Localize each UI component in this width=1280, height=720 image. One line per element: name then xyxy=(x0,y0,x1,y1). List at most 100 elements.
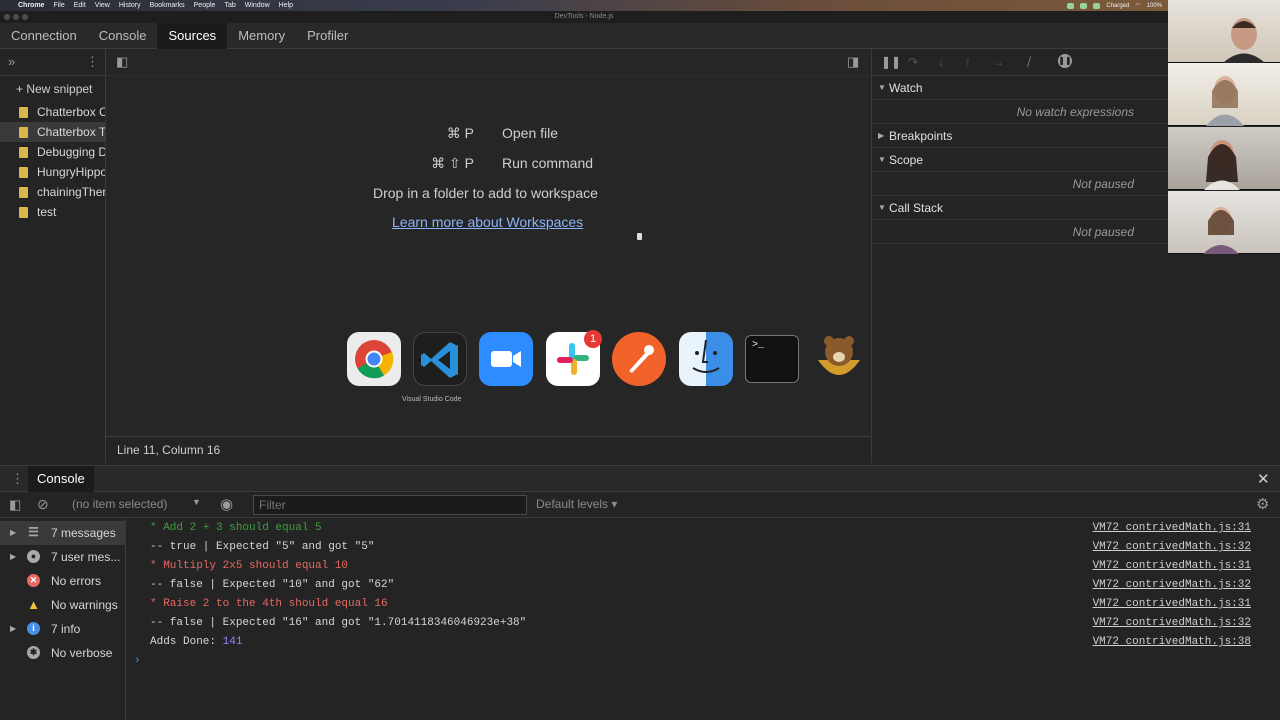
battery-status[interactable]: Charged xyxy=(1106,3,1129,9)
terminal-dock-icon[interactable]: >_ xyxy=(745,335,799,383)
more-tabs-icon[interactable]: » xyxy=(8,54,15,69)
chevron-right-icon: ▶ xyxy=(10,552,17,561)
sidebar-label: No verbose xyxy=(51,646,113,660)
toggle-sidebar-icon[interactable]: ◧ xyxy=(9,497,21,513)
menu-tab[interactable]: Tab xyxy=(224,2,235,9)
open-file-shortcut: ⌘ P xyxy=(446,125,474,141)
zoom-window-button[interactable] xyxy=(22,14,28,20)
snippet-label: HungryHippo xyxy=(37,165,106,179)
info-icon: i xyxy=(27,622,40,635)
call-stack-pane-header[interactable]: ▼ Call Stack xyxy=(872,196,1168,220)
snippet-item[interactable]: Chatterbox T xyxy=(0,122,105,142)
log-message: -- false | Expected "16" and got "1.7014… xyxy=(150,617,527,629)
log-row: -- false | Expected "16" and got "1.7014… xyxy=(126,614,1280,633)
menu-help[interactable]: Help xyxy=(279,2,293,9)
sidebar-item-user-messages[interactable]: ▶ ● 7 user mes... xyxy=(0,545,126,569)
new-snippet-button[interactable]: + New snippet xyxy=(0,76,105,102)
snippet-item[interactable]: Chatterbox C xyxy=(0,102,105,122)
log-row: * Multiply 2x5 should equal 10 VM72 contr… xyxy=(126,557,1280,576)
sidebar-item-info[interactable]: ▶ i 7 info xyxy=(0,617,126,641)
minimize-window-button[interactable] xyxy=(13,14,19,20)
learn-workspaces-link[interactable]: Learn more about Workspaces xyxy=(392,214,583,230)
log-source-link[interactable]: VM72 contrivedMath.js:32 xyxy=(1093,576,1251,595)
snippet-item[interactable]: test xyxy=(0,202,105,222)
drawer-tab-bar: ⋮ Console ✕ xyxy=(0,465,1280,492)
tab-console[interactable]: Console xyxy=(88,23,158,49)
wifi-icon[interactable]: ◠ xyxy=(1135,2,1140,9)
menu-file[interactable]: File xyxy=(53,2,64,9)
breakpoints-label: Breakpoints xyxy=(889,129,953,143)
drawer-tab-console[interactable]: Console xyxy=(28,466,94,492)
log-row: Adds Done: 141 VM72 contrivedMath.js:38 xyxy=(126,633,1280,652)
log-source-link[interactable]: VM72 contrivedMath.js:31 xyxy=(1093,557,1251,576)
sources-navigator: » ⋮ + New snippet Chatterbox C Chatterbo… xyxy=(0,49,106,463)
pause-on-exceptions-icon[interactable]: ❚❚ xyxy=(1058,54,1072,68)
log-levels-label: Default levels xyxy=(536,497,609,511)
tab-sources[interactable]: Sources xyxy=(157,23,228,49)
breakpoints-pane-header[interactable]: ▶ Breakpoints xyxy=(872,124,1168,148)
slack-dock-icon[interactable]: 1 xyxy=(546,330,602,386)
menu-edit[interactable]: Edit xyxy=(74,2,86,9)
status-icon[interactable] xyxy=(1093,2,1101,9)
postman-dock-icon[interactable] xyxy=(612,332,666,386)
close-drawer-icon[interactable]: ✕ xyxy=(1257,470,1270,488)
snippet-item[interactable]: Debugging D xyxy=(0,142,105,162)
tab-connection[interactable]: Connection xyxy=(0,23,88,49)
filter-input[interactable] xyxy=(253,495,527,515)
log-source-link[interactable]: VM72 contrivedMath.js:32 xyxy=(1093,614,1251,633)
chevron-down-icon[interactable]: ▼ xyxy=(192,497,201,507)
toggle-navigator-icon[interactable]: ◧ xyxy=(116,54,128,70)
sidebar-item-messages[interactable]: ▶ ☰ 7 messages xyxy=(0,521,126,545)
finder-dock-icon[interactable] xyxy=(679,332,733,386)
menu-view[interactable]: View xyxy=(95,2,110,9)
console-toolbar: ◧ ⊘ (no item selected) ▼ ◉ Default level… xyxy=(0,492,1280,518)
toggle-debugger-icon[interactable]: ◨ xyxy=(847,54,859,70)
log-source-link[interactable]: VM72 contrivedMath.js:31 xyxy=(1093,519,1251,538)
menu-history[interactable]: History xyxy=(119,2,141,9)
step-icon[interactable]: → xyxy=(992,55,1004,69)
close-window-button[interactable] xyxy=(4,14,10,20)
vscode-dock-icon[interactable] xyxy=(413,332,467,386)
sidebar-item-errors[interactable]: ✕ No errors xyxy=(0,569,126,593)
step-into-icon[interactable]: ↓ xyxy=(938,55,944,69)
step-out-icon[interactable]: ↑ xyxy=(965,55,971,69)
context-selector[interactable]: (no item selected) xyxy=(72,497,167,511)
log-levels-dropdown[interactable]: Default levels ▾ xyxy=(536,497,617,511)
deactivate-breakpoints-icon[interactable]: ⧸ xyxy=(1027,55,1031,70)
pause-icon[interactable]: ❚❚ xyxy=(881,55,901,69)
sidebar-label: 7 messages xyxy=(51,526,116,540)
sidebar-item-verbose[interactable]: ✱ No verbose xyxy=(0,641,126,665)
status-icon[interactable] xyxy=(1080,2,1088,9)
watch-pane-header[interactable]: ▼ Watch xyxy=(872,76,1168,100)
status-icon[interactable] xyxy=(1067,2,1075,9)
chrome-dock-icon[interactable] xyxy=(347,332,401,386)
menu-window[interactable]: Window xyxy=(245,2,270,9)
gear-icon[interactable]: ⚙ xyxy=(1256,495,1269,513)
video-participant-tile xyxy=(1168,127,1280,190)
kebab-menu-icon[interactable]: ⋮ xyxy=(86,54,99,70)
menu-bookmarks[interactable]: Bookmarks xyxy=(150,2,185,9)
sidebar-item-warnings[interactable]: ▲ No warnings xyxy=(0,593,126,617)
sidebar-label: 7 user mes... xyxy=(51,550,121,564)
debugger-toolbar: ❚❚ ↷ ↓ ↑ → ⧸ ❚❚ xyxy=(872,49,1168,76)
tab-memory[interactable]: Memory xyxy=(227,23,296,49)
log-source-link[interactable]: VM72 contrivedMath.js:31 xyxy=(1093,595,1251,614)
log-message: * Raise 2 to the 4th should equal 16 xyxy=(150,598,388,610)
scope-pane-header[interactable]: ▼ Scope xyxy=(872,148,1168,172)
clear-console-icon[interactable]: ⊘ xyxy=(37,496,49,513)
menu-app-name[interactable]: Chrome xyxy=(18,2,44,9)
tab-profiler[interactable]: Profiler xyxy=(296,23,359,49)
eye-icon[interactable]: ◉ xyxy=(220,495,233,513)
log-source-link[interactable]: VM72 contrivedMath.js:32 xyxy=(1093,538,1251,557)
snippet-item[interactable]: HungryHippo xyxy=(0,162,105,182)
step-over-icon[interactable]: ↷ xyxy=(908,55,918,69)
drawer-menu-icon[interactable]: ⋮ xyxy=(11,471,24,487)
snippet-file-icon xyxy=(19,107,28,118)
zoom-dock-icon[interactable] xyxy=(479,332,533,386)
bear-dock-icon[interactable] xyxy=(812,332,866,386)
snippet-item[interactable]: chainingTher xyxy=(0,182,105,202)
menu-people[interactable]: People xyxy=(194,2,216,9)
console-prompt[interactable]: › xyxy=(126,652,1280,671)
log-row: -- false | Expected "10" and got "62" VM7… xyxy=(126,576,1280,595)
log-source-link[interactable]: VM72 contrivedMath.js:38 xyxy=(1093,633,1251,652)
